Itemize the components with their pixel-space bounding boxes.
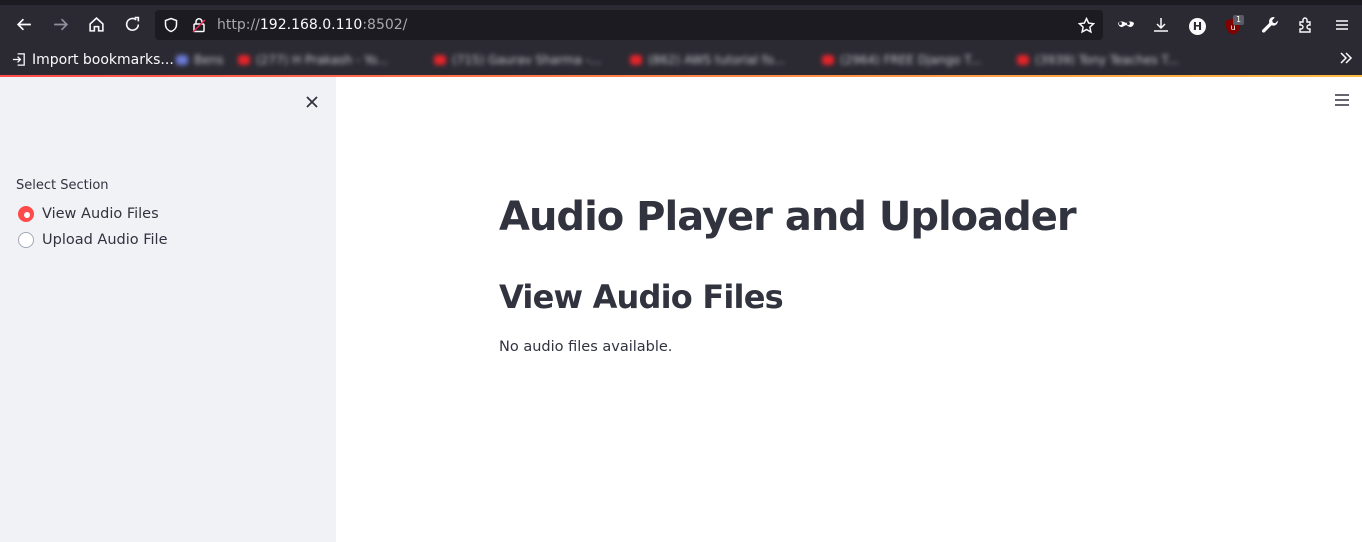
chevron-double-right-icon[interactable] [1338,50,1354,66]
bookmark-item[interactable]: (862) AWS tutorial fo... [630,51,785,68]
youtube-favicon-icon [630,54,642,65]
app-menu-icon[interactable] [1333,16,1351,34]
bookmark-item[interactable]: (3939) Tony Teaches T... [1017,51,1179,68]
forward-arrow-icon[interactable] [48,12,72,36]
insecure-lock-icon[interactable] [191,17,207,33]
url-scheme: http:// [217,17,260,33]
bookmark-label: (2964) FREE Django T... [840,52,982,67]
extension-h-icon[interactable]: H [1189,18,1206,35]
radio-label: View Audio Files [42,206,159,222]
youtube-favicon-icon [238,54,250,65]
bookmark-label: (3939) Tony Teaches T... [1035,52,1179,67]
bookmark-label: (277) H Prakash - Yo... [256,52,389,67]
bookmark-star-icon[interactable] [1078,17,1095,34]
page-title: Audio Player and Uploader [499,194,1077,240]
radio-option-upload-audio-file[interactable]: Upload Audio File [18,232,168,248]
shield-icon[interactable] [163,17,179,33]
bookmark-item[interactable]: Bens [176,51,223,68]
download-icon[interactable] [1152,16,1170,34]
bookmark-label: (715) Gaurav Sharma -... [452,52,602,67]
hamburger-menu-icon[interactable] [1334,93,1350,107]
empty-state-message: No audio files available. [499,339,673,355]
youtube-favicon-icon [822,54,834,65]
bookmark-item[interactable]: (2964) FREE Django T... [822,51,982,68]
youtube-favicon-icon [1017,54,1029,65]
home-icon[interactable] [84,12,108,36]
bookmark-item[interactable]: (277) H Prakash - Yo... [238,51,388,68]
sidebar: Select Section View Audio Files Upload A… [0,77,336,542]
back-arrow-icon[interactable] [12,12,36,36]
bookmark-label: (862) AWS tutorial fo... [648,52,785,67]
url-host: 192.168.0.110 [259,17,363,33]
youtube-favicon-icon [434,54,446,65]
import-bookmarks-item[interactable]: Import bookmarks... [12,51,174,68]
main-content: Audio Player and Uploader View Audio Fil… [336,77,1362,542]
reload-icon[interactable] [120,12,144,36]
select-section-label: Select Section [16,178,109,193]
favicon-icon [176,54,188,65]
browser-toolbar: http://192.168.0.110:8502/ H u 1 [0,5,1362,43]
bookmark-label: Bens [194,52,224,67]
extension-h-label: H [1192,20,1203,33]
url-text[interactable]: http://192.168.0.110:8502/ [217,17,407,33]
extensions-puzzle-icon[interactable] [1297,16,1315,34]
bookmark-item[interactable]: (715) Gaurav Sharma -... [434,51,601,68]
radio-label: Upload Audio File [42,232,168,248]
extension-badge: 1 [1233,15,1245,25]
import-icon [12,53,25,66]
url-bar[interactable]: http://192.168.0.110:8502/ [155,10,1103,40]
import-bookmarks-label: Import bookmarks... [32,51,174,68]
private-mask-icon[interactable] [1117,16,1135,34]
bookmarks-toolbar: Import bookmarks... Bens (277) H Prakash… [0,43,1362,75]
radio-option-view-audio-files[interactable]: View Audio Files [18,206,159,222]
wrench-icon[interactable] [1261,16,1279,34]
radio-button-selected[interactable] [18,206,34,222]
close-sidebar-icon[interactable] [303,93,321,111]
section-heading: View Audio Files [499,278,784,316]
radio-button[interactable] [18,232,34,248]
url-port: :8502/ [362,17,408,33]
